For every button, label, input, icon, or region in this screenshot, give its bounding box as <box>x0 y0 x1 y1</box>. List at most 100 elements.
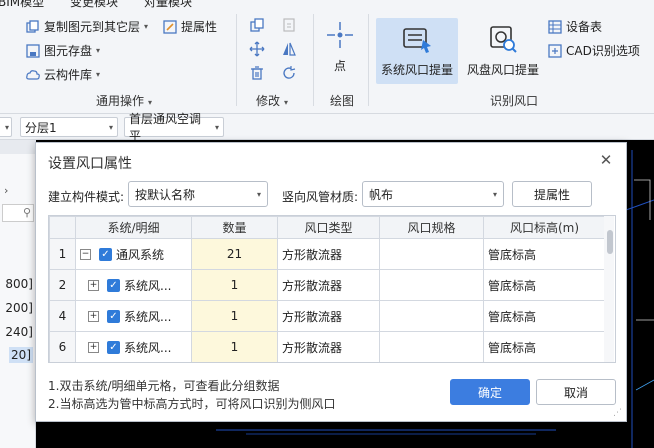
col-header-spec[interactable]: 风口规格 <box>379 216 484 239</box>
qty-cell[interactable]: 21 <box>191 238 278 270</box>
modify-group[interactable]: 修改 ▾ <box>256 92 288 109</box>
chevron-down-icon: ▾ <box>108 122 113 132</box>
floor-select[interactable]: 分层1 ▾ <box>20 117 118 137</box>
spec-cell[interactable] <box>379 300 484 332</box>
type-cell[interactable]: 方形散流器 <box>277 300 380 332</box>
mode-select-value: 按默认名称 <box>135 187 196 202</box>
expand-icon[interactable]: + <box>88 310 99 322</box>
qty-cell[interactable]: 1 <box>191 331 278 362</box>
menu-bim-model[interactable]: BIM模型 <box>0 0 44 10</box>
chevron-down-icon: ▾ <box>256 189 261 199</box>
spec-cell[interactable] <box>379 238 484 270</box>
table-icon <box>548 19 562 34</box>
elevation-cell[interactable]: 管底标高 <box>483 238 606 270</box>
menubar: BIM模型 变更模块 对量模块 <box>0 0 654 9</box>
copy-to-other-layer-button[interactable]: 复制图元到其它层 ▾ <box>26 18 148 35</box>
rotate-icon[interactable] <box>280 64 298 82</box>
spec-cell[interactable] <box>379 331 484 362</box>
search-icon[interactable]: ⚲ <box>23 206 31 219</box>
table-row[interactable]: 1 − ✓ 通风系统 21 方形散流器 管底标高 <box>49 238 606 270</box>
elevation-cell[interactable]: 管底标高 <box>483 269 606 301</box>
extract-attr-label: 提属性 <box>181 20 218 34</box>
col-header-elevation[interactable]: 风口标高(m) <box>483 216 606 239</box>
type-cell[interactable]: 方形散流器 <box>277 269 380 301</box>
ribbon: BIM模型 变更模块 对量模块 复制图元到其它层 ▾ 提属性 图元存盘 ▾ 云构… <box>0 0 654 114</box>
elevation-cell[interactable]: 管底标高 <box>483 300 606 332</box>
duct-material-value: 帆布 <box>369 187 394 202</box>
extract-attr-icon <box>163 19 177 34</box>
elevation-cell[interactable]: 管底标高 <box>483 331 606 362</box>
type-cell[interactable]: 方形散流器 <box>277 238 380 270</box>
equipment-table-button[interactable]: 设备表 <box>548 18 602 35</box>
collapse-icon[interactable]: − <box>80 248 91 260</box>
equipment-table-label: 设备表 <box>566 20 603 34</box>
col-header-qty[interactable]: 数量 <box>191 216 278 239</box>
resize-grip-icon[interactable]: ⋰ <box>613 408 622 418</box>
ribbon-divider <box>236 14 237 106</box>
copy-element-icon[interactable] <box>248 16 266 34</box>
col-header-system[interactable]: 系统/明细 <box>75 216 192 239</box>
row-checkbox[interactable]: ✓ <box>99 247 112 261</box>
menu-change-module[interactable]: 变更模块 <box>70 0 118 10</box>
row-checkbox[interactable]: ✓ <box>107 309 120 323</box>
expand-arrow-icon[interactable]: › <box>4 184 8 197</box>
row-checkbox[interactable]: ✓ <box>107 278 120 292</box>
paste-icon[interactable] <box>280 16 298 34</box>
ribbon-divider <box>313 14 314 106</box>
system-cell[interactable]: + ✓ 系统风... <box>75 269 192 301</box>
left-dropdown[interactable]: ▾ <box>0 117 12 137</box>
chevron-down-icon: ▾ <box>96 46 101 55</box>
mirror-icon[interactable] <box>280 40 298 58</box>
qty-cell[interactable]: 1 <box>191 269 278 301</box>
vent-property-dialog: 设置风口属性 ✕ 建立构件模式: 按默认名称 ▾ 竖向风管材质: 帆布 ▾ 提属… <box>35 142 627 422</box>
left-panel-value: 240] <box>5 325 33 339</box>
hint-text-1: 1.双击系统/明细单元格，可查看此分组数据 <box>48 379 280 393</box>
layer-select-value: 首层通风空调平 <box>129 112 202 143</box>
left-search-input[interactable]: ⚲ <box>2 204 34 222</box>
draw-point-button[interactable]: 点 <box>318 14 362 74</box>
fan-coil-extract-button[interactable]: 风盘风口提量 <box>462 18 544 84</box>
extract-attr-button[interactable]: 提属性 <box>163 18 217 35</box>
sys-vent-extract-icon <box>399 21 435 57</box>
layer-select[interactable]: 首层通风空调平 ▾ <box>124 112 224 143</box>
menu-quantity-module[interactable]: 对量模块 <box>144 0 192 10</box>
table-header-row: 系统/明细 数量 风口类型 风口规格 风口标高(m) <box>49 216 606 239</box>
chevron-down-icon: ▾ <box>492 189 497 199</box>
ok-button[interactable]: 确定 <box>450 379 530 405</box>
expand-icon[interactable]: + <box>88 341 99 353</box>
left-panel-value-selected[interactable]: 20] <box>9 347 33 363</box>
mode-select[interactable]: 按默认名称 ▾ <box>128 181 268 207</box>
type-cell[interactable]: 方形散流器 <box>277 331 380 362</box>
table-row[interactable]: 2 + ✓ 系统风... 1 方形散流器 管底标高 <box>49 269 606 301</box>
fan-coil-extract-icon <box>485 21 521 57</box>
table-row[interactable]: 6 + ✓ 系统风... 1 方形散流器 管底标高 <box>49 331 606 362</box>
table-row[interactable]: 4 + ✓ 系统风... 1 方形散流器 管底标高 <box>49 300 606 332</box>
qty-cell[interactable]: 1 <box>191 300 278 332</box>
extract-attr-dialog-button[interactable]: 提属性 <box>512 181 592 207</box>
sys-vent-extract-label: 系统风口提量 <box>380 63 453 77</box>
close-icon[interactable]: ✕ <box>598 151 614 169</box>
expand-icon[interactable]: + <box>88 279 99 291</box>
table-scrollbar-thumb[interactable] <box>607 230 613 254</box>
hint-text-2: 2.当标高选为管中标高方式时，可将风口识别为侧风口 <box>48 397 336 411</box>
sys-vent-extract-button[interactable]: 系统风口提量 <box>376 18 458 84</box>
system-cell[interactable]: − ✓ 通风系统 <box>75 238 192 270</box>
left-panel-value: 800] <box>5 277 33 291</box>
cad-options-button[interactable]: CAD识别选项 <box>548 42 640 59</box>
row-checkbox[interactable]: ✓ <box>107 340 120 354</box>
general-ops-group-label: 通用操作 <box>96 94 145 108</box>
row-number: 2 <box>49 269 76 301</box>
cloud-lib-button[interactable]: 云构件库 ▾ <box>26 66 100 83</box>
element-storage-button[interactable]: 图元存盘 ▾ <box>26 42 100 59</box>
cancel-button[interactable]: 取消 <box>536 379 616 405</box>
delete-icon[interactable] <box>248 64 266 82</box>
move-icon[interactable] <box>248 40 266 58</box>
spec-cell[interactable] <box>379 269 484 301</box>
system-cell[interactable]: + ✓ 系统风... <box>75 300 192 332</box>
col-header-type[interactable]: 风口类型 <box>277 216 380 239</box>
duct-material-select[interactable]: 帆布 ▾ <box>362 181 504 207</box>
general-ops-group[interactable]: 通用操作 ▾ <box>96 92 152 109</box>
row-number: 4 <box>49 300 76 332</box>
system-cell[interactable]: + ✓ 系统风... <box>75 331 192 362</box>
fan-coil-extract-label: 风盘风口提量 <box>466 63 539 77</box>
